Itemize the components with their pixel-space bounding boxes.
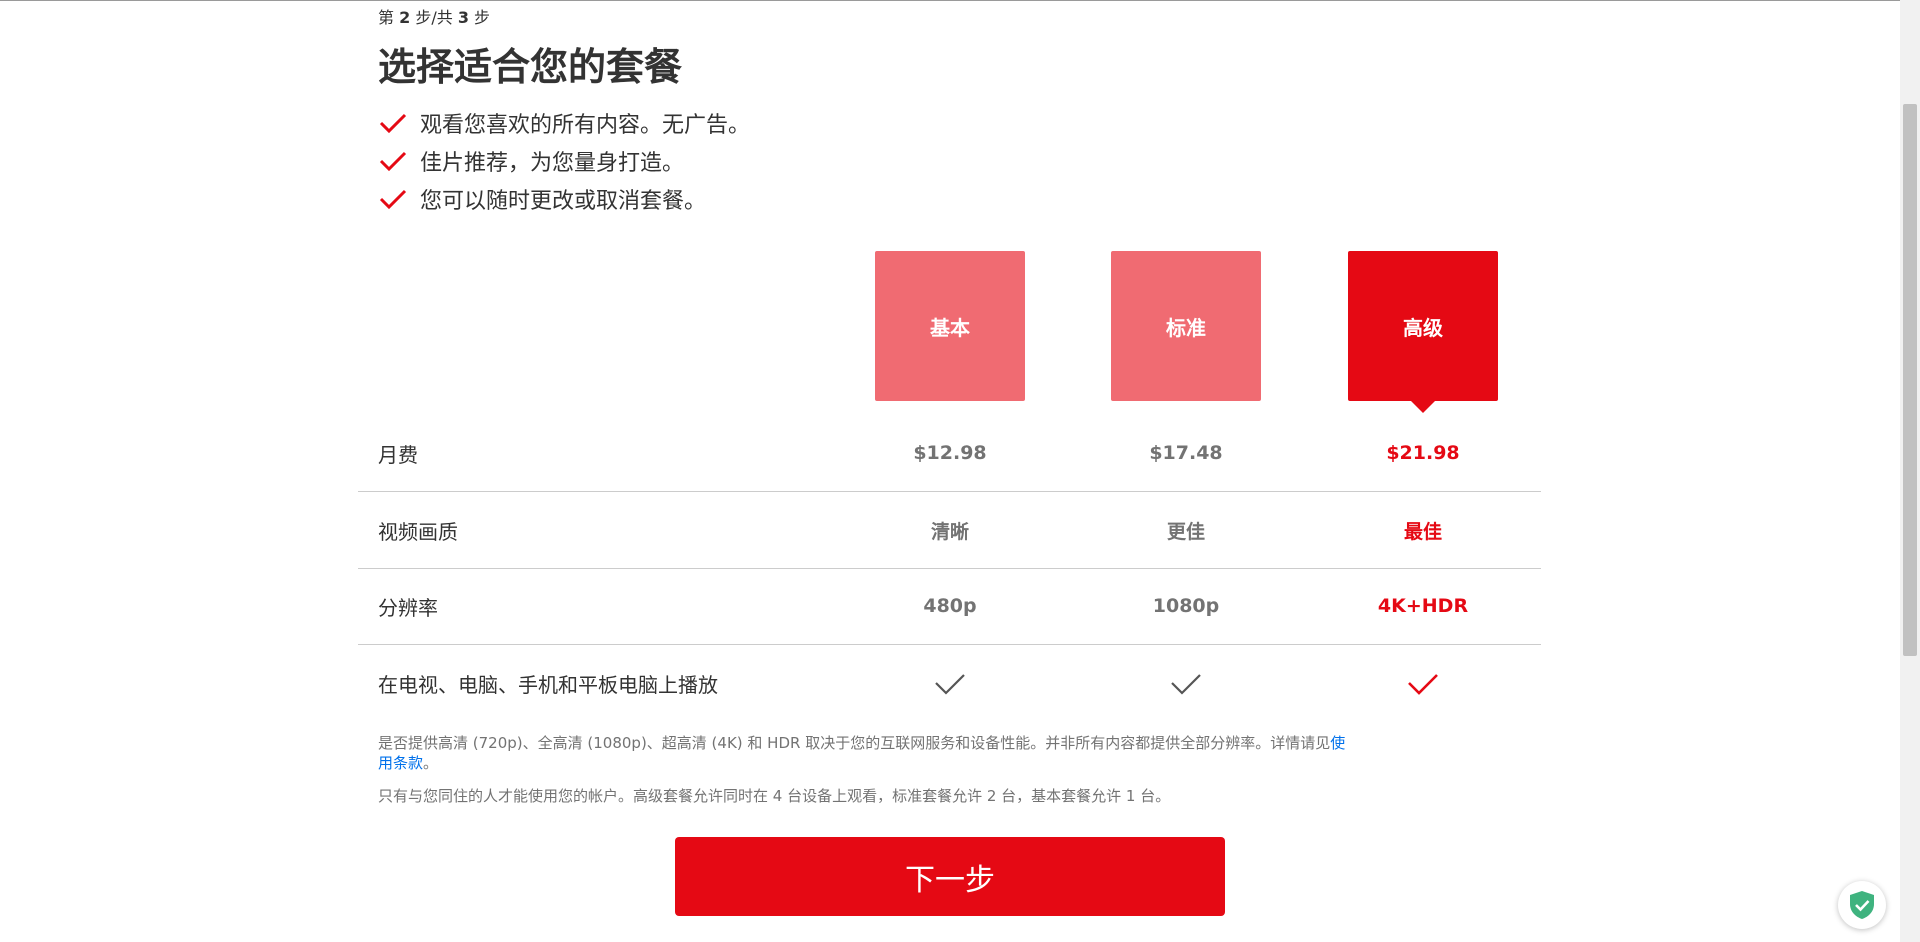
row-label: 在电视、电脑、手机和平板电脑上播放: [378, 672, 718, 697]
benefits-list: 观看您喜欢的所有内容。无广告。 佳片推荐，为您量身打造。 您可以随时更改或取消套…: [378, 104, 750, 218]
row-video-quality: 视频画质 清晰 更佳 最佳: [358, 492, 1541, 569]
plan-option-premium[interactable]: 高级: [1348, 251, 1498, 413]
disclaimer-text: 是否提供高清 (720p)、全高清 (1080p)、超高清 (4K) 和 HDR…: [378, 734, 1331, 752]
vertical-scrollbar[interactable]: [1900, 0, 1920, 942]
quality-premium: 最佳: [1403, 520, 1442, 543]
benefit-item: 佳片推荐，为您量身打造。: [378, 142, 750, 180]
resolution-basic: 480p: [923, 595, 977, 617]
devices-standard: [1111, 645, 1261, 721]
resolution-standard: 1080p: [1152, 595, 1220, 617]
step-indicator: 第 2 步/共 3 步: [378, 4, 490, 28]
benefit-item: 您可以随时更改或取消套餐。: [378, 180, 750, 218]
benefit-text: 观看您喜欢的所有内容。无广告。: [420, 113, 751, 138]
step-middle: 步/共: [410, 8, 458, 27]
step-total: 3: [457, 8, 469, 27]
check-icon: [1171, 674, 1201, 695]
step-suffix: 步: [468, 8, 491, 27]
plan-option-basic[interactable]: 基本: [875, 251, 1025, 401]
benefit-item: 观看您喜欢的所有内容。无广告。: [378, 104, 750, 142]
devices-premium: [1348, 645, 1498, 721]
row-devices: 在电视、电脑、手机和平板电脑上播放: [358, 645, 1541, 721]
row-label: 分辨率: [378, 595, 438, 620]
next-button[interactable]: 下一步: [675, 837, 1225, 916]
shield-icon: [1850, 891, 1874, 919]
benefit-text: 佳片推荐，为您量身打造。: [420, 151, 685, 176]
row-label: 月费: [378, 442, 418, 467]
resolution-premium: 4K+HDR: [1377, 595, 1469, 617]
price-premium: $21.98: [1386, 442, 1460, 464]
quality-standard: 更佳: [1166, 520, 1205, 543]
security-shield-button[interactable]: [1838, 881, 1886, 929]
price-standard: $17.48: [1149, 442, 1223, 464]
row-label: 视频画质: [378, 519, 458, 544]
quality-basic: 清晰: [930, 520, 969, 543]
plan-option-standard[interactable]: 标准: [1111, 251, 1261, 401]
check-icon: [935, 674, 965, 695]
household-disclaimer: 只有与您同住的人才能使用您的帐户。高级套餐允许同时在 4 台设备上观看，标准套餐…: [378, 787, 1171, 805]
devices-basic: [875, 645, 1025, 721]
disclaimer-end: 。: [423, 754, 439, 772]
benefit-text: 您可以随时更改或取消套餐。: [420, 189, 707, 214]
step-prefix: 第: [378, 8, 400, 27]
scrollbar-thumb[interactable]: [1903, 104, 1917, 656]
step-current: 2: [399, 8, 411, 27]
row-resolution: 分辨率 480p 1080p 4K+HDR: [358, 568, 1541, 645]
price-basic: $12.98: [913, 442, 987, 464]
top-divider: [0, 0, 1900, 1]
quality-disclaimer: 是否提供高清 (720p)、全高清 (1080p)、超高清 (4K) 和 HDR…: [378, 733, 1348, 773]
check-icon: [379, 151, 407, 172]
plan-selection-page: 第 2 步/共 3 步 选择适合您的套餐 观看您喜欢的所有内容。无广告。 佳片推…: [0, 0, 1900, 942]
check-icon: [379, 189, 407, 210]
page-title: 选择适合您的套餐: [378, 45, 683, 89]
row-monthly-price: 月费 $12.98 $17.48 $21.98: [358, 415, 1541, 492]
check-icon: [379, 113, 407, 134]
check-icon: [1408, 674, 1438, 695]
